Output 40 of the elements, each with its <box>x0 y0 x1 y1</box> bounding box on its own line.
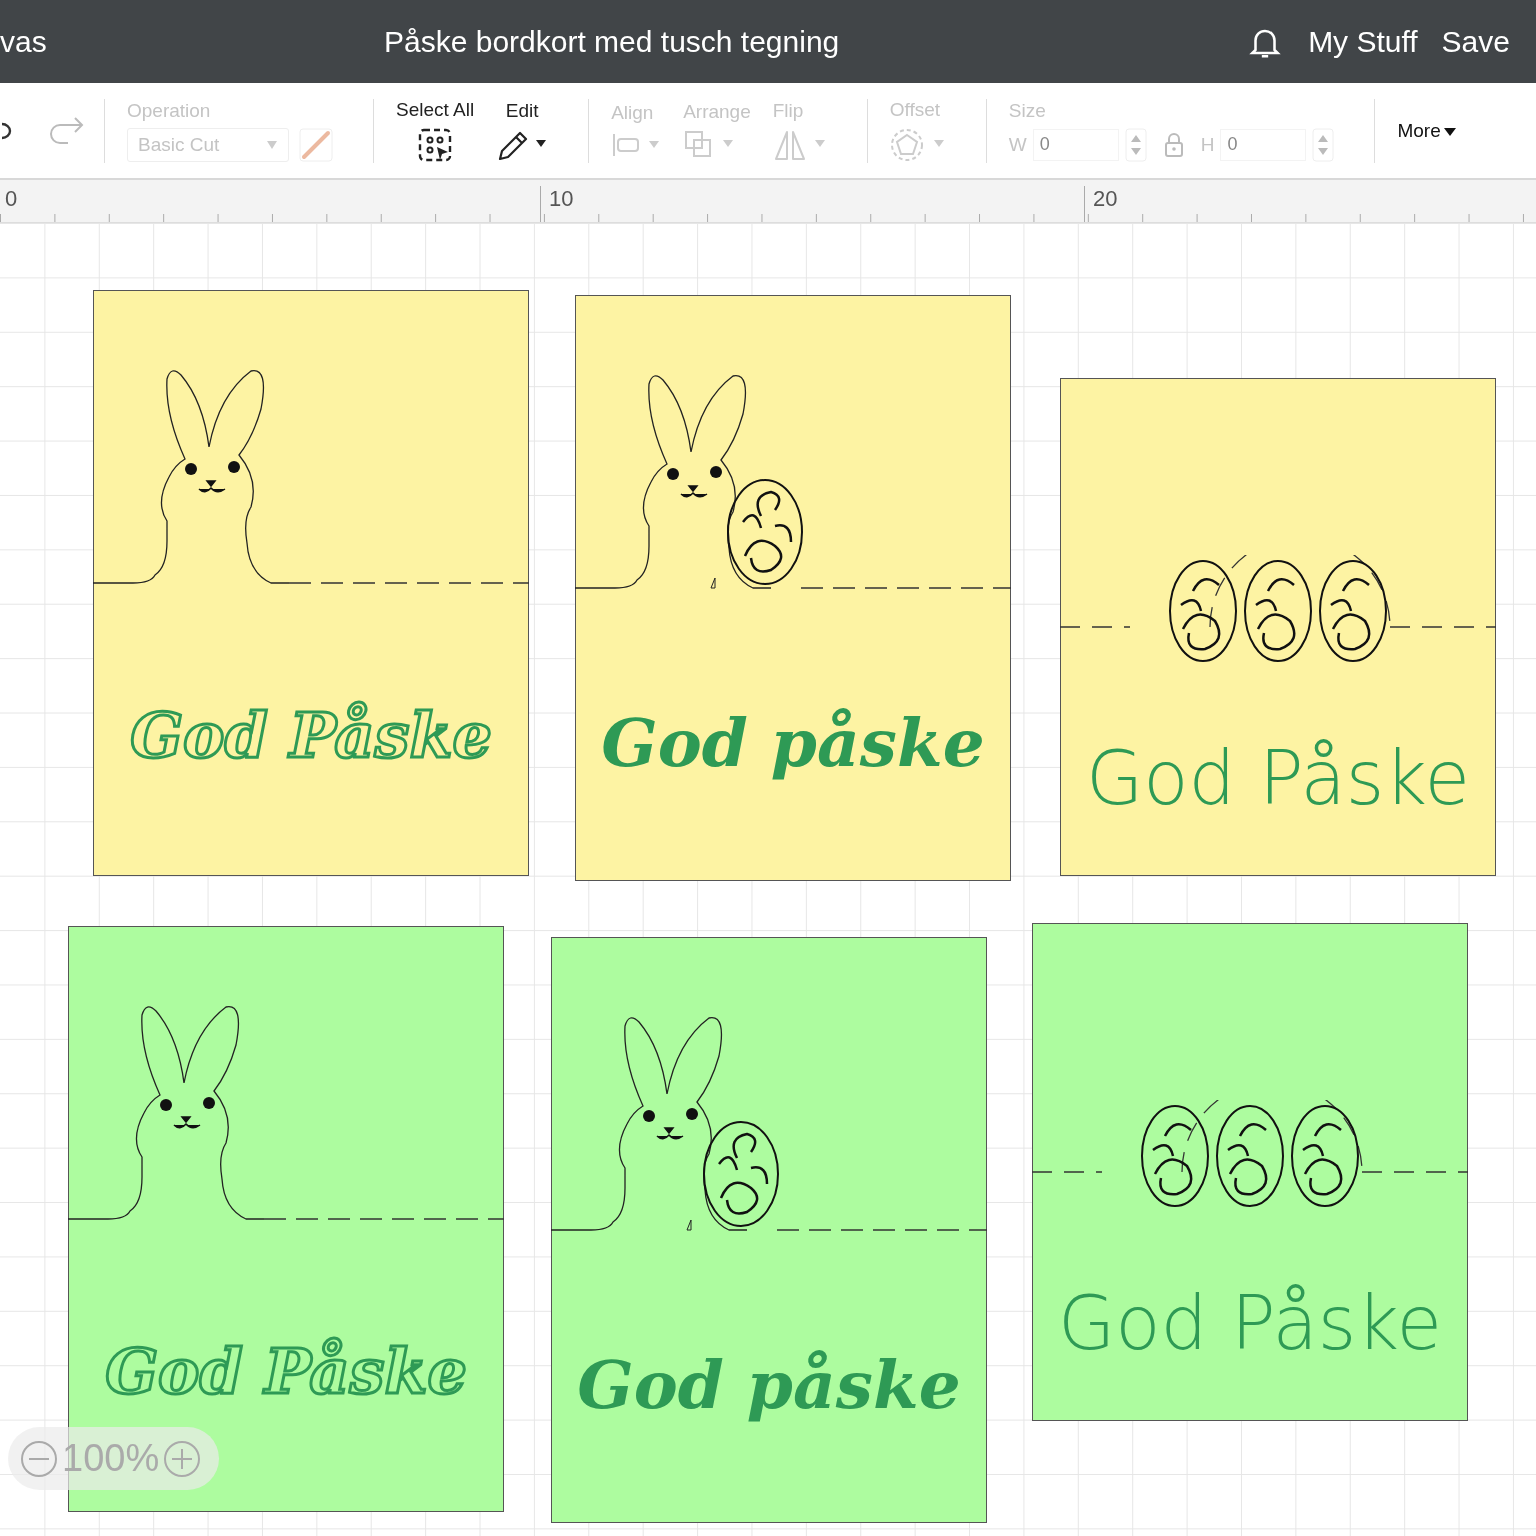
ruler-label: 0 <box>0 186 18 222</box>
toolbar-label: Select All <box>396 98 475 121</box>
stepper-icon[interactable] <box>1312 127 1335 162</box>
greeting-text: God Påske <box>1057 1280 1443 1366</box>
toolbar-label: Edit <box>505 99 539 122</box>
greeting-text: God påske <box>601 704 985 782</box>
width-label: W <box>1008 133 1027 156</box>
stepper-icon[interactable] <box>1124 127 1147 162</box>
place-card[interactable]: God påske <box>575 295 1011 881</box>
height-label: H <box>1200 133 1215 156</box>
greeting-text: God påske <box>577 1346 961 1424</box>
greeting-text: God Påske <box>130 699 492 772</box>
greeting-text: God Påske <box>1085 735 1471 821</box>
caret-icon <box>1442 126 1457 137</box>
zoom-out-icon[interactable] <box>20 1439 58 1478</box>
top-link[interactable]: Save <box>1441 24 1510 59</box>
toolbar-label: Offset <box>889 98 941 121</box>
greeting-text: God Påske <box>105 1335 467 1408</box>
place-card[interactable]: God Påske <box>1032 923 1468 1421</box>
place-card[interactable]: God påske <box>551 937 987 1523</box>
offset-dropdown-icon[interactable] <box>889 126 946 163</box>
page-name-text: vas <box>0 24 47 59</box>
ruler-label: 10 <box>540 186 574 222</box>
redo-icon[interactable] <box>48 114 86 147</box>
slash-swatch-icon[interactable] <box>299 127 333 162</box>
select-all-icon[interactable] <box>417 126 454 163</box>
place-card[interactable]: God Påske <box>93 290 529 876</box>
toolbar-label: Size <box>1008 99 1046 122</box>
more-menu-button[interactable]: More <box>1397 119 1457 142</box>
project-title: Påske bordkort med tusch tegning <box>384 24 840 59</box>
lock-icon[interactable] <box>1162 131 1185 158</box>
place-card[interactable]: God Påske <box>1060 378 1496 876</box>
toolbar-label: Flip <box>772 99 804 122</box>
zoom-in-icon[interactable] <box>163 1439 202 1478</box>
top-link[interactable]: My Stuff <box>1308 24 1418 59</box>
caret-icon <box>266 139 278 150</box>
toolbar-label: Align <box>611 101 654 124</box>
toolbar-label: Arrange <box>683 100 751 123</box>
toolbar-label: Operation <box>127 99 211 122</box>
ruler-label: 20 <box>1084 186 1118 222</box>
